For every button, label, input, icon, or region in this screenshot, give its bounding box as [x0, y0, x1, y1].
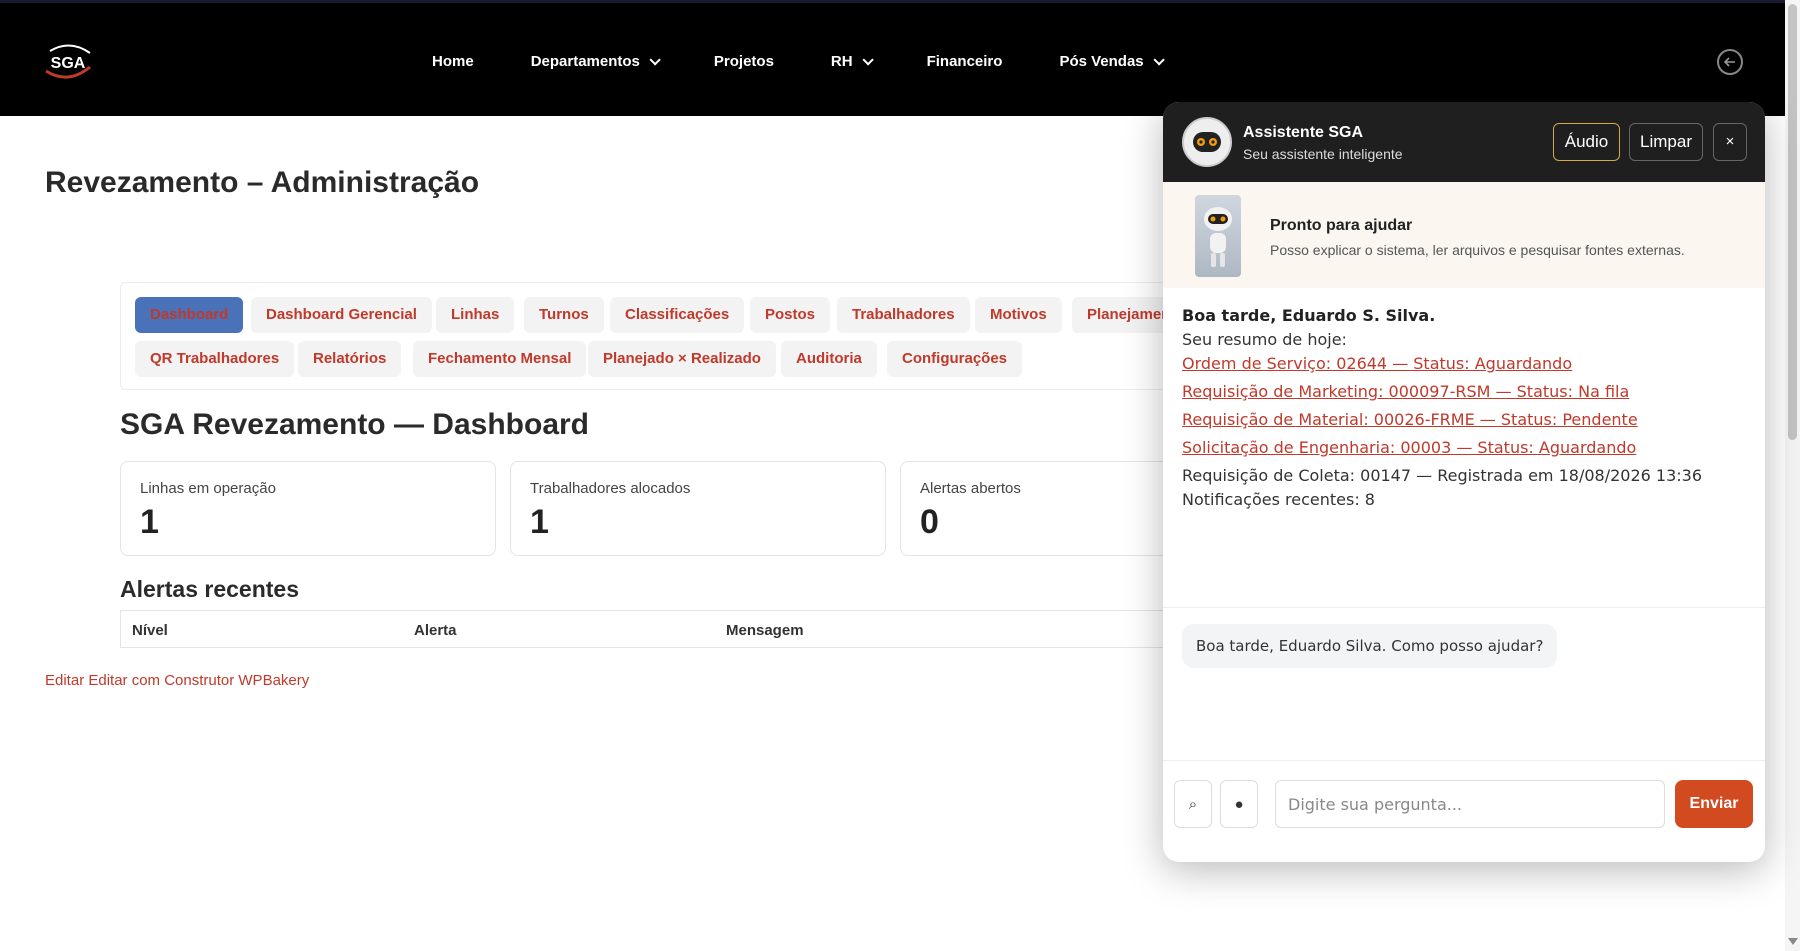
page-scrollbar[interactable] — [1785, 0, 1800, 951]
record-icon: ● — [1234, 795, 1244, 813]
chat-footer: ⌕ ● Enviar — [1163, 760, 1765, 862]
stat-label: Trabalhadores alocados — [530, 480, 691, 497]
ready-subtitle: Posso explicar o sistema, ler arquivos e… — [1270, 242, 1685, 258]
chevron-down-icon — [649, 53, 661, 66]
nav-financeiro[interactable]: Financeiro — [927, 53, 1003, 70]
search-icon: ⌕ — [1188, 795, 1198, 813]
summary-intro: Seu resumo de hoje: — [1182, 330, 1347, 349]
assistant-chat-panel: Assistente SGA Seu assistente inteligent… — [1163, 102, 1765, 862]
alerts-table: Nível Alerta Mensagem — [120, 610, 1220, 648]
chevron-down-icon — [1153, 53, 1165, 66]
svg-text:SGA: SGA — [51, 55, 86, 72]
scroll-down-arrow-icon[interactable] — [1788, 938, 1798, 945]
column-header-nivel[interactable]: Nível — [132, 622, 168, 639]
tab-dashboard-gerencial[interactable]: Dashboard Gerencial — [251, 297, 432, 333]
send-button[interactable]: Enviar — [1675, 780, 1753, 828]
nav-pos-vendas[interactable]: Pós Vendas — [1059, 53, 1165, 70]
chevron-down-icon — [862, 53, 874, 66]
summary-line: Requisição de Coleta: 00147 — Registrada… — [1182, 466, 1703, 485]
search-button[interactable]: ⌕ — [1174, 780, 1212, 828]
main-nav: Home Departamentos Projetos RH Financeir… — [432, 53, 1218, 70]
stat-card-trabalhadores: Trabalhadores alocados 1 — [510, 461, 886, 556]
tab-turnos[interactable]: Turnos — [524, 297, 604, 333]
record-button[interactable]: ● — [1220, 780, 1258, 828]
scrollbar-thumb[interactable] — [1788, 4, 1797, 440]
daily-summary: Boa tarde, Eduardo S. Silva. Seu resumo … — [1182, 306, 1702, 514]
nav-rh[interactable]: RH — [831, 53, 874, 70]
robot-image — [1195, 195, 1241, 277]
audio-button[interactable]: Áudio — [1553, 123, 1620, 161]
assistant-name: Assistente SGA — [1243, 124, 1364, 141]
bot-message-bubble: Boa tarde, Eduardo Silva. Como posso aju… — [1182, 624, 1558, 668]
stat-card-linhas: Linhas em operação 1 — [120, 461, 496, 556]
close-chat-button[interactable]: × — [1713, 123, 1747, 161]
ready-title: Pronto para ajudar — [1270, 217, 1413, 234]
tab-configuracoes[interactable]: Configurações — [887, 341, 1023, 377]
chat-header: Assistente SGA Seu assistente inteligent… — [1163, 102, 1765, 182]
assistant-subtitle: Seu assistente inteligente — [1243, 146, 1403, 162]
stat-label: Linhas em operação — [140, 480, 276, 497]
nav-departamentos[interactable]: Departamentos — [531, 53, 661, 70]
chat-divider — [1163, 607, 1765, 608]
column-header-alerta[interactable]: Alerta — [414, 622, 457, 639]
stat-value: 1 — [530, 503, 549, 541]
nav-projetos[interactable]: Projetos — [714, 53, 774, 70]
arrow-left-icon — [1723, 57, 1735, 67]
summary-line: Notificações recentes: 8 — [1182, 490, 1375, 509]
robot-icon — [1193, 132, 1221, 152]
dashboard-title: SGA Revezamento — Dashboard — [120, 408, 589, 441]
sga-logo[interactable]: SGA — [40, 41, 96, 83]
stat-value: 1 — [140, 503, 159, 541]
top-navbar: SGA Home Departamentos Projetos RH Finan… — [0, 0, 1785, 116]
tab-relatorios[interactable]: Relatórios — [298, 341, 402, 377]
ready-banner: Pronto para ajudar Posso explicar o sist… — [1163, 182, 1765, 288]
tabs-card: Dashboard Dashboard Gerencial Linhas Tur… — [120, 282, 1220, 390]
tab-auditoria[interactable]: Auditoria — [781, 341, 877, 377]
summary-link[interactable]: Ordem de Serviço: 02644 — Status: Aguard… — [1182, 354, 1702, 382]
chat-question-input[interactable] — [1275, 780, 1665, 828]
column-header-mensagem[interactable]: Mensagem — [726, 622, 804, 639]
summary-link[interactable]: Requisição de Material: 00026-FRME — Sta… — [1182, 410, 1702, 438]
nav-home[interactable]: Home — [432, 53, 474, 70]
clear-button[interactable]: Limpar — [1629, 123, 1703, 161]
bot-avatar — [1182, 117, 1232, 167]
summary-greeting: Boa tarde, Eduardo S. Silva. — [1182, 306, 1436, 325]
tab-dashboard[interactable]: Dashboard — [135, 297, 244, 333]
tab-fechamento-mensal[interactable]: Fechamento Mensal — [413, 341, 587, 377]
page-title: Revezamento – Administração — [45, 166, 480, 199]
back-arrow-button[interactable] — [1717, 49, 1743, 75]
tab-linhas[interactable]: Linhas — [436, 297, 515, 333]
tab-qr-trabalhadores[interactable]: QR Trabalhadores — [135, 341, 295, 377]
summary-link[interactable]: Requisição de Marketing: 000097-RSM — St… — [1182, 382, 1702, 410]
tab-postos[interactable]: Postos — [750, 297, 831, 333]
edit-wpbakery-link[interactable]: Editar Editar com Construtor WPBakery — [45, 672, 309, 689]
tab-motivos[interactable]: Motivos — [975, 297, 1062, 333]
tab-planejado-realizado[interactable]: Planejado × Realizado — [588, 341, 776, 377]
tab-classificacoes[interactable]: Classificações — [610, 297, 745, 333]
tab-trabalhadores[interactable]: Trabalhadores — [837, 297, 970, 333]
alerts-section-title: Alertas recentes — [120, 576, 299, 602]
summary-link[interactable]: Solicitação de Engenharia: 00003 — Statu… — [1182, 438, 1702, 466]
